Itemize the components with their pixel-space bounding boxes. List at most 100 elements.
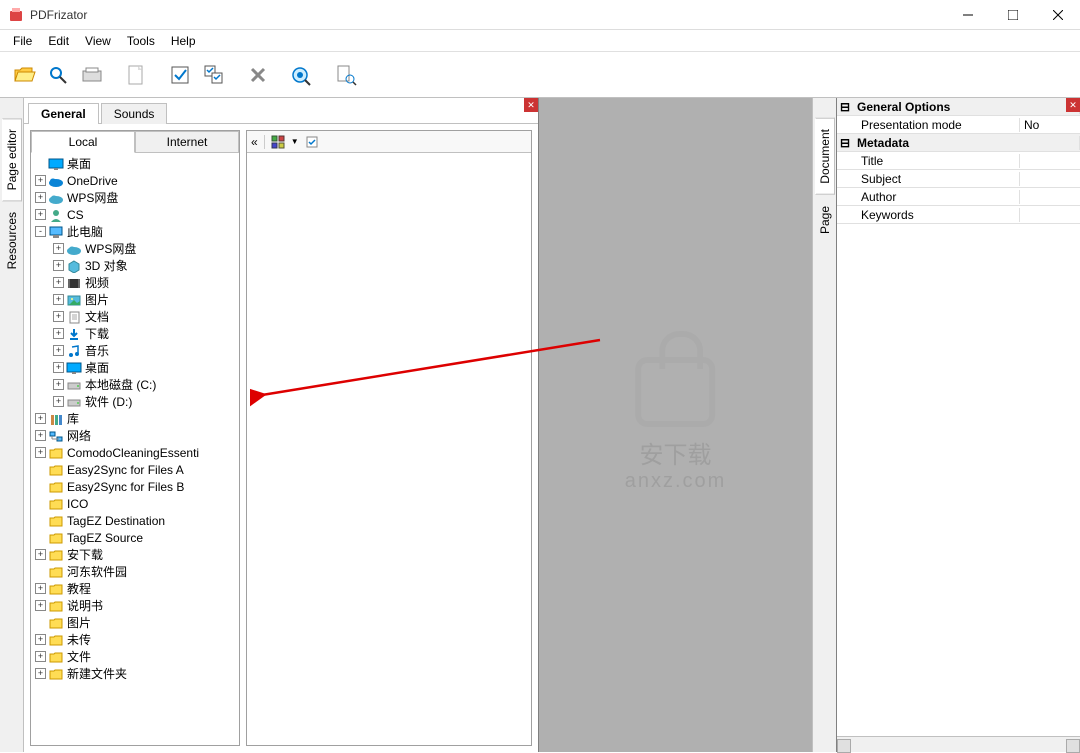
tree-node[interactable]: Easy2Sync for Files B: [31, 478, 239, 495]
tree-node[interactable]: +下载: [31, 325, 239, 342]
tree-node[interactable]: +未传: [31, 631, 239, 648]
menu-file[interactable]: File: [5, 31, 40, 51]
expand-icon[interactable]: +: [35, 549, 46, 560]
panel-close-icon[interactable]: ✕: [1066, 98, 1080, 112]
tree-node[interactable]: +OneDrive: [31, 172, 239, 189]
minimize-button[interactable]: [945, 0, 990, 30]
expand-icon[interactable]: +: [35, 668, 46, 679]
document-canvas[interactable]: 安下载 anxz.com: [539, 98, 812, 752]
menu-tools[interactable]: Tools: [119, 31, 163, 51]
preview-button[interactable]: [286, 59, 318, 91]
expand-icon[interactable]: +: [35, 600, 46, 611]
open-button[interactable]: [8, 59, 40, 91]
tree-node[interactable]: TagEZ Destination: [31, 512, 239, 529]
panel-close-icon[interactable]: ✕: [524, 98, 538, 112]
menu-edit[interactable]: Edit: [40, 31, 77, 51]
expand-icon[interactable]: +: [53, 362, 64, 373]
tab-sounds[interactable]: Sounds: [101, 103, 168, 124]
property-grid[interactable]: ⊟General OptionsPresentation modeNo⊟Meta…: [837, 98, 1080, 736]
collapse-icon[interactable]: «: [251, 135, 258, 149]
expand-icon[interactable]: +: [53, 294, 64, 305]
delete-button[interactable]: [242, 59, 274, 91]
tree-node[interactable]: +本地磁盘 (C:): [31, 376, 239, 393]
check-button[interactable]: [164, 59, 196, 91]
vtab-resources[interactable]: Resources: [2, 201, 22, 280]
menu-help[interactable]: Help: [163, 31, 204, 51]
tree-node[interactable]: +文档: [31, 308, 239, 325]
property-category[interactable]: ⊟General Options: [837, 98, 1080, 116]
preview-area[interactable]: [247, 153, 531, 745]
tree-node[interactable]: +3D 对象: [31, 257, 239, 274]
expand-icon[interactable]: +: [35, 430, 46, 441]
view-icons-button[interactable]: [271, 135, 285, 149]
vtab-page-editor[interactable]: Page editor: [2, 118, 22, 201]
horizontal-scrollbar[interactable]: [837, 736, 1080, 752]
new-page-button[interactable]: [120, 59, 152, 91]
vtab-page[interactable]: Page: [815, 195, 835, 245]
scan-button[interactable]: [76, 59, 108, 91]
collapse-icon[interactable]: ⊟: [837, 100, 853, 114]
refresh-icon[interactable]: [305, 135, 319, 149]
menu-view[interactable]: View: [77, 31, 119, 51]
collapse-icon[interactable]: ⊟: [837, 136, 853, 150]
tree-node[interactable]: +库: [31, 410, 239, 427]
tree-node[interactable]: +桌面: [31, 359, 239, 376]
expand-icon[interactable]: +: [35, 634, 46, 645]
expand-icon[interactable]: +: [53, 345, 64, 356]
expand-icon[interactable]: +: [35, 209, 46, 220]
tree-node[interactable]: 桌面: [31, 155, 239, 172]
expand-icon[interactable]: +: [53, 379, 64, 390]
tree-node[interactable]: +新建文件夹: [31, 665, 239, 682]
tree-node[interactable]: ICO: [31, 495, 239, 512]
expand-icon[interactable]: +: [35, 447, 46, 458]
tree-node[interactable]: +视频: [31, 274, 239, 291]
tree-node[interactable]: Easy2Sync for Files A: [31, 461, 239, 478]
expand-icon[interactable]: +: [53, 396, 64, 407]
tree-node[interactable]: +音乐: [31, 342, 239, 359]
tree-node[interactable]: +安下载: [31, 546, 239, 563]
property-row[interactable]: Author: [837, 188, 1080, 206]
property-row[interactable]: Keywords: [837, 206, 1080, 224]
tree-node[interactable]: -此电脑: [31, 223, 239, 240]
export-button[interactable]: [330, 59, 362, 91]
dropdown-icon[interactable]: ▼: [291, 137, 299, 146]
tree-node[interactable]: TagEZ Source: [31, 529, 239, 546]
maximize-button[interactable]: [990, 0, 1035, 30]
tree-node[interactable]: 河东软件园: [31, 563, 239, 580]
expand-icon[interactable]: +: [35, 192, 46, 203]
close-button[interactable]: [1035, 0, 1080, 30]
expand-icon[interactable]: +: [35, 583, 46, 594]
property-row[interactable]: Title: [837, 152, 1080, 170]
property-row[interactable]: Subject: [837, 170, 1080, 188]
tree-node[interactable]: +CS: [31, 206, 239, 223]
check-all-button[interactable]: [198, 59, 230, 91]
expand-icon[interactable]: +: [53, 277, 64, 288]
tree-node[interactable]: 图片: [31, 614, 239, 631]
expand-icon[interactable]: +: [35, 413, 46, 424]
tree-node[interactable]: +文件: [31, 648, 239, 665]
tree-node[interactable]: +ComodoCleaningEssenti: [31, 444, 239, 461]
tree-node[interactable]: +说明书: [31, 597, 239, 614]
folder-tree[interactable]: 桌面+OneDrive+WPS网盘+CS-此电脑+WPS网盘+3D 对象+视频+…: [31, 153, 239, 745]
property-category[interactable]: ⊟Metadata: [837, 134, 1080, 152]
expand-icon[interactable]: +: [53, 311, 64, 322]
subtab-internet[interactable]: Internet: [135, 131, 239, 153]
expand-icon[interactable]: +: [35, 175, 46, 186]
tab-general[interactable]: General: [28, 103, 99, 124]
subtab-local[interactable]: Local: [31, 131, 135, 153]
expand-icon[interactable]: +: [35, 651, 46, 662]
property-row[interactable]: Presentation modeNo: [837, 116, 1080, 134]
tree-node[interactable]: +网络: [31, 427, 239, 444]
expand-icon[interactable]: +: [53, 260, 64, 271]
collapse-icon[interactable]: -: [35, 226, 46, 237]
tree-node[interactable]: +软件 (D:): [31, 393, 239, 410]
tree-node[interactable]: +WPS网盘: [31, 240, 239, 257]
search-button[interactable]: [42, 59, 74, 91]
tree-node[interactable]: +教程: [31, 580, 239, 597]
expand-icon[interactable]: +: [53, 243, 64, 254]
expand-icon[interactable]: +: [53, 328, 64, 339]
tree-node[interactable]: +图片: [31, 291, 239, 308]
property-value[interactable]: No: [1020, 118, 1080, 132]
vtab-document[interactable]: Document: [815, 118, 835, 195]
tree-node[interactable]: +WPS网盘: [31, 189, 239, 206]
